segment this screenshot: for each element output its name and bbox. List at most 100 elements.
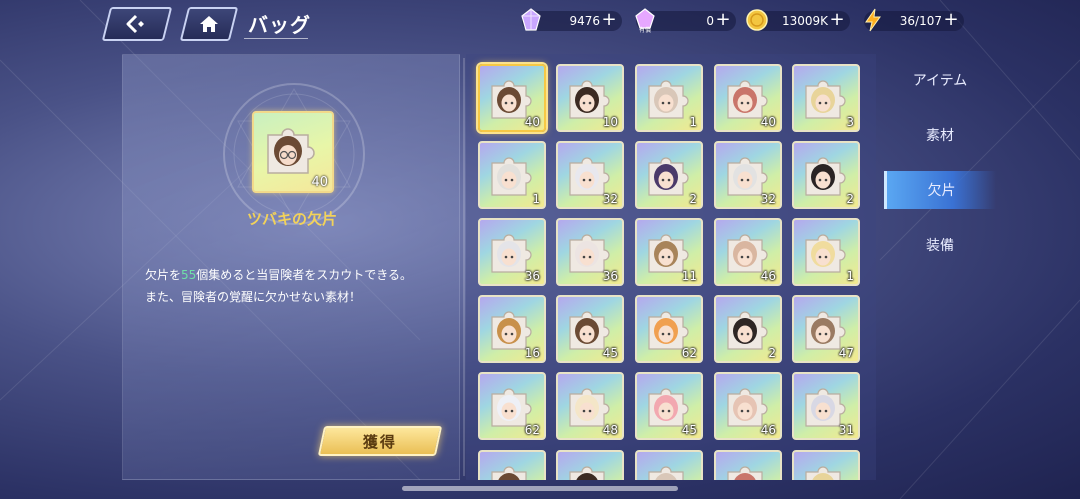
shard-count: 1 [846, 269, 854, 283]
shard-tile[interactable] [556, 450, 624, 480]
selected-item-count: 40 [311, 175, 328, 190]
coin-value: 13009K [781, 14, 828, 28]
desc-text-2: 個集めると当冒険者をスカウトできる。 [196, 268, 413, 282]
shard-tile[interactable]: 32 [556, 141, 624, 209]
shard-count: 36 [524, 269, 540, 283]
shard-count: 36 [602, 269, 618, 283]
shard-tile[interactable]: 36 [478, 218, 546, 286]
obtain-button[interactable]: 獲得 [317, 426, 443, 456]
shard-count: 46 [760, 269, 776, 283]
shard-tile[interactable]: 62 [635, 295, 703, 363]
shard-count: 11 [681, 269, 697, 283]
stamina-counter: 36/107 + [864, 8, 964, 32]
shard-count: 32 [602, 192, 618, 206]
tab-materials-label: 素材 [926, 128, 954, 144]
shard-tile[interactable] [478, 450, 546, 480]
shard-tile[interactable]: 40 [714, 64, 782, 132]
shard-count: 2 [768, 346, 776, 360]
coin-counter: 13009K + [746, 9, 850, 32]
shard-tile[interactable]: 11 [635, 218, 703, 286]
tab-equipment[interactable]: 装備 [884, 226, 996, 264]
lightning-icon [865, 8, 881, 32]
shard-tile[interactable]: 31 [792, 372, 860, 440]
shard-count: 40 [524, 115, 540, 129]
stamina-plus-button[interactable]: + [942, 11, 960, 29]
shard-tile[interactable]: 32 [714, 141, 782, 209]
home-indicator [402, 486, 678, 491]
stamina-value: 36/107 [899, 14, 942, 28]
shard-count: 2 [689, 192, 697, 206]
paid-crystal-plus-button[interactable]: + [714, 11, 732, 29]
shard-tile[interactable]: 1 [635, 64, 703, 132]
paid-crystal-icon: 有償 [635, 8, 655, 33]
home-button[interactable] [179, 7, 239, 41]
shard-count: 45 [681, 423, 697, 437]
desc-line-2: また、冒険者の覚醒に欠かせない素材！ [145, 290, 362, 304]
tab-materials[interactable]: 素材 [884, 116, 996, 154]
page-title: バッグ [248, 13, 311, 37]
shard-count: 47 [838, 346, 854, 360]
crystal-icon [521, 8, 541, 31]
shard-count: 40 [760, 115, 776, 129]
puzzle-piece-icon [648, 466, 684, 480]
obtain-button-label: 獲得 [362, 432, 397, 451]
crystal-value: 9476 [569, 14, 600, 28]
back-button[interactable] [101, 7, 173, 41]
desc-text-1: 欠片を [145, 268, 182, 282]
shard-tile[interactable]: 47 [792, 295, 860, 363]
shard-tile[interactable]: 2 [714, 295, 782, 363]
shard-tile[interactable]: 62 [478, 372, 546, 440]
tab-shards[interactable]: 欠片 [884, 171, 996, 209]
shard-tile[interactable]: 46 [714, 372, 782, 440]
item-name: ツバキの欠片 [246, 210, 337, 228]
shard-grid: 40 10 1 40 3 1 32 2 32 2 36 36 11 46 1 16 45 62 2 47 62 48 45 4… [466, 54, 876, 480]
shard-count: 31 [838, 423, 854, 437]
paid-crystal-value: 0 [706, 14, 714, 28]
shard-tile[interactable]: 2 [635, 141, 703, 209]
puzzle-piece-icon [727, 466, 763, 480]
crystal-counter: 9476 + [521, 8, 622, 32]
shard-tile[interactable] [714, 450, 782, 480]
shard-tile[interactable]: 40 [478, 64, 546, 132]
shard-count: 1 [689, 115, 697, 129]
shard-tile[interactable]: 3 [792, 64, 860, 132]
shard-count: 1 [532, 192, 540, 206]
coin-plus-button[interactable]: + [828, 11, 846, 29]
shard-tile[interactable]: 1 [792, 218, 860, 286]
paid-crystal-sublabel: 有償 [639, 26, 651, 33]
puzzle-piece-icon [491, 466, 527, 480]
tab-equipment-label: 装備 [926, 238, 954, 254]
shard-tile[interactable]: 16 [478, 295, 546, 363]
shard-tile[interactable]: 2 [792, 141, 860, 209]
shard-tile[interactable]: 46 [714, 218, 782, 286]
shard-count: 46 [760, 423, 776, 437]
tab-items[interactable]: アイテム [884, 61, 996, 99]
shard-count: 32 [760, 192, 776, 206]
puzzle-piece-icon [267, 128, 315, 174]
shard-tile[interactable] [635, 450, 703, 480]
tab-shards-label: 欠片 [927, 183, 956, 199]
shard-tile[interactable]: 48 [556, 372, 624, 440]
shard-count: 16 [524, 346, 540, 360]
shard-count: 62 [681, 346, 697, 360]
shard-tile[interactable]: 36 [556, 218, 624, 286]
shard-tile[interactable]: 10 [556, 64, 624, 132]
shard-tile[interactable]: 45 [635, 372, 703, 440]
shard-count: 48 [602, 423, 618, 437]
home-icon [198, 14, 220, 34]
puzzle-piece-icon [805, 466, 841, 480]
puzzle-piece-icon [569, 466, 605, 480]
shard-tile[interactable]: 1 [478, 141, 546, 209]
crystal-plus-button[interactable]: + [600, 11, 618, 29]
grid-scroll-track[interactable] [463, 58, 465, 476]
title-underline [244, 38, 308, 39]
shard-count: 10 [602, 115, 618, 129]
shard-count: 62 [524, 423, 540, 437]
shard-count: 2 [846, 192, 854, 206]
back-arrow-icon [124, 13, 150, 35]
shard-tile[interactable]: 45 [556, 295, 624, 363]
paid-crystal-counter: 0 有償 + [635, 8, 736, 33]
desc-highlight-number: 55 [181, 268, 197, 282]
shard-count: 45 [602, 346, 618, 360]
shard-tile[interactable] [792, 450, 860, 480]
